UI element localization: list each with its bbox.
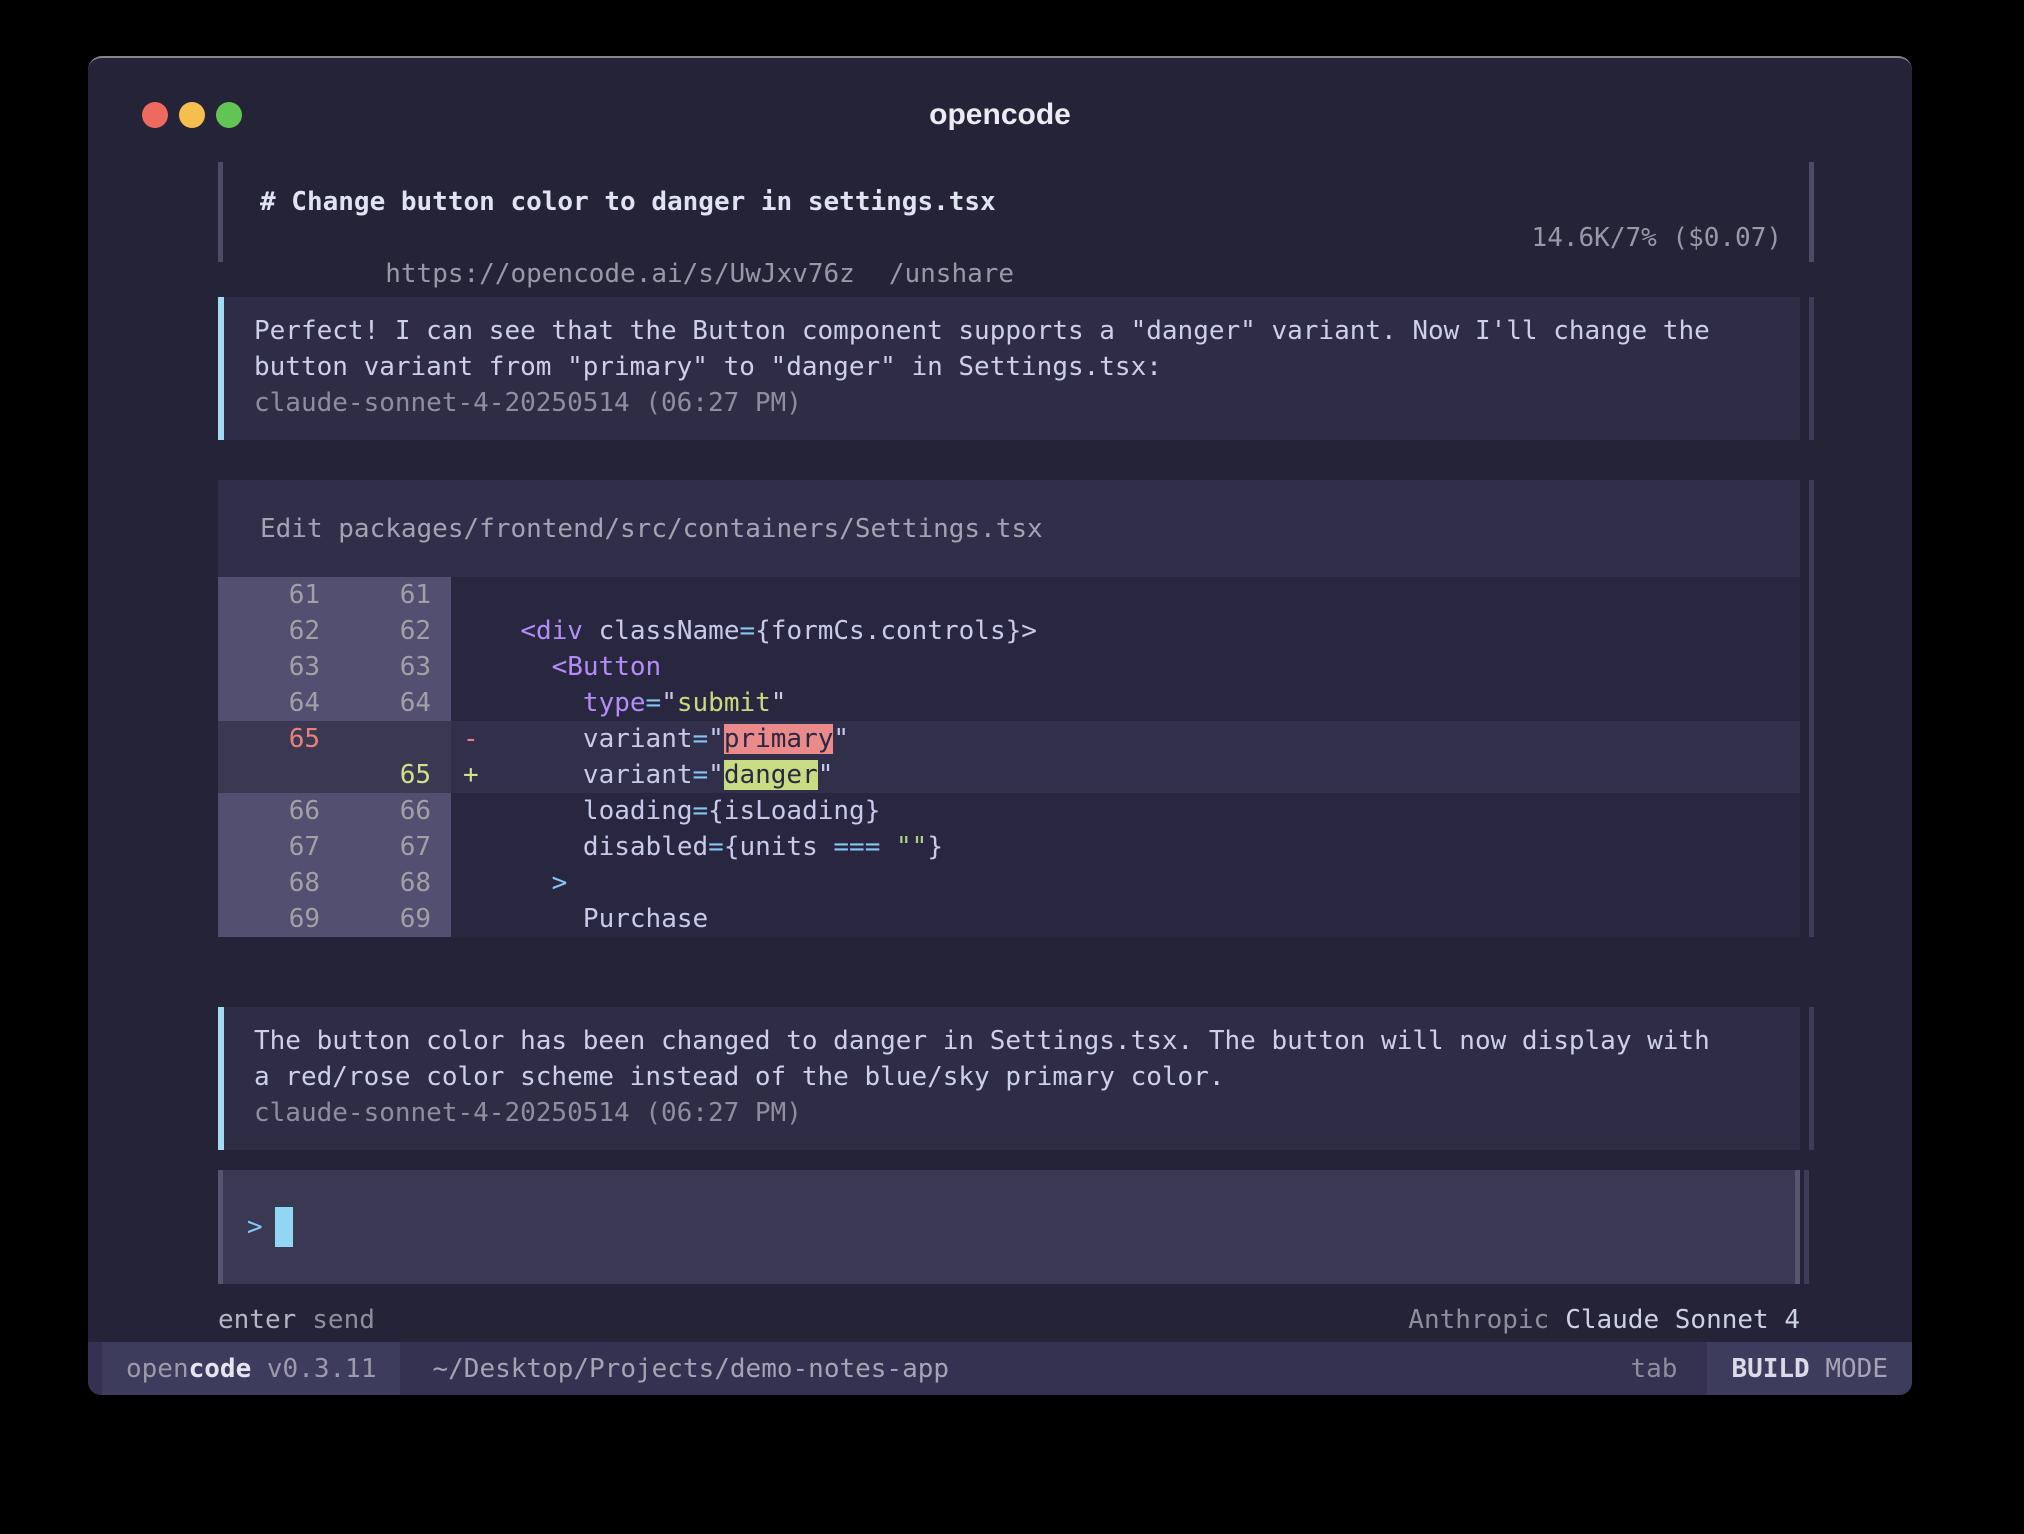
session-header: # Change button color to danger in setti… xyxy=(218,162,1800,262)
code-line: loading={isLoading} xyxy=(489,793,1800,829)
code-line: Purchase xyxy=(489,901,1800,937)
diff-gutter: 6464 xyxy=(218,685,451,721)
tab-key-hint: tab xyxy=(1630,1354,1707,1384)
old-line-number: 65 xyxy=(218,721,320,757)
old-line-number: 66 xyxy=(218,793,320,829)
model-name: Claude Sonnet 4 xyxy=(1565,1305,1800,1335)
model-indicator: Anthropic Claude Sonnet 4 xyxy=(1408,1304,1800,1336)
diff-gutter: 65 xyxy=(218,757,451,793)
app-version-segment: opencode v0.3.11 xyxy=(102,1342,400,1395)
old-line-number: 64 xyxy=(218,685,320,721)
diff-row: 6262 <div className={formCs.controls}> xyxy=(218,613,1800,649)
window-title: opencode xyxy=(88,98,1912,132)
diff-file-title: Edit packages/frontend/src/containers/Se… xyxy=(218,480,1800,577)
assistant-message: Perfect! I can see that the Button compo… xyxy=(218,297,1800,440)
old-line-number: 69 xyxy=(218,901,320,937)
message-text-line: The button color has been changed to dan… xyxy=(254,1023,1780,1059)
mode-name: BUILD xyxy=(1731,1354,1809,1384)
new-line-number: 68 xyxy=(320,865,431,901)
diff-row: 6969 Purchase xyxy=(218,901,1800,937)
code-line xyxy=(489,577,1800,613)
diff-row: 6363 <Button xyxy=(218,649,1800,685)
old-line-number: 68 xyxy=(218,865,320,901)
diff-row: 65 + variant="danger" xyxy=(218,757,1800,793)
diff-marker xyxy=(451,901,489,937)
send-action-hint: send xyxy=(312,1305,375,1335)
old-line-number xyxy=(218,757,320,793)
diff-marker xyxy=(451,865,489,901)
assistant-message: The button color has been changed to dan… xyxy=(218,1007,1800,1150)
window-titlebar: opencode xyxy=(88,58,1912,118)
diff-row: 6666 loading={isLoading} xyxy=(218,793,1800,829)
code-line: type="submit" xyxy=(489,685,1800,721)
diff-gutter: 6767 xyxy=(218,829,451,865)
diff-row: 65 - variant="primary" xyxy=(218,721,1800,757)
old-line-number: 61 xyxy=(218,577,320,613)
new-line-number: 66 xyxy=(320,793,431,829)
diff-marker xyxy=(451,829,489,865)
diff-marker: + xyxy=(451,757,489,793)
prompt-chevron: > xyxy=(247,1212,263,1242)
composer-hints: enter send Anthropic Claude Sonnet 4 xyxy=(218,1304,1800,1336)
diff-marker xyxy=(451,685,489,721)
message-model-meta: claude-sonnet-4-20250514 (06:27 PM) xyxy=(254,1095,1780,1131)
old-line-number: 63 xyxy=(218,649,320,685)
share-url-link[interactable]: https://opencode.ai/s/UwJxv76z xyxy=(385,259,855,289)
new-line-number: 63 xyxy=(320,649,431,685)
diff-gutter: 65 xyxy=(218,721,451,757)
new-line-number: 62 xyxy=(320,613,431,649)
code-line: variant="primary" xyxy=(489,721,1800,757)
mode-toggle-segment[interactable]: BUILD MODE xyxy=(1707,1342,1912,1395)
text-cursor xyxy=(275,1207,293,1247)
diff-gutter: 6666 xyxy=(218,793,451,829)
message-text-line: Perfect! I can see that the Button compo… xyxy=(254,313,1780,349)
new-line-number: 64 xyxy=(320,685,431,721)
diff-row: 6161 xyxy=(218,577,1800,613)
send-hint: enter send xyxy=(218,1304,375,1336)
old-line-number: 62 xyxy=(218,613,320,649)
opencode-terminal-window: opencode # Change button color to danger… xyxy=(88,56,1912,1395)
diff-marker xyxy=(451,793,489,829)
new-line-number xyxy=(320,721,431,757)
diff-gutter: 6363 xyxy=(218,649,451,685)
code-line: > xyxy=(489,865,1800,901)
diff-marker xyxy=(451,613,489,649)
code-line: <Button xyxy=(489,649,1800,685)
message-text-line: button variant from "primary" to "danger… xyxy=(254,349,1780,385)
diff-gutter: 6969 xyxy=(218,901,451,937)
diff-marker xyxy=(451,649,489,685)
code-line: disabled={units === ""} xyxy=(489,829,1800,865)
diff-marker: - xyxy=(451,721,489,757)
session-title: # Change button color to danger in setti… xyxy=(260,184,1800,220)
app-version: v0.3.11 xyxy=(251,1354,376,1384)
provider-name: Anthropic xyxy=(1408,1305,1549,1335)
diff-gutter: 6262 xyxy=(218,613,451,649)
working-directory: ~/Desktop/Projects/demo-notes-app xyxy=(400,1354,949,1384)
diff-row: 6868 > xyxy=(218,865,1800,901)
new-line-number: 61 xyxy=(320,577,431,613)
diff-row: 6767 disabled={units === ""} xyxy=(218,829,1800,865)
old-line-number: 67 xyxy=(218,829,320,865)
new-line-number: 69 xyxy=(320,901,431,937)
code-line: variant="danger" xyxy=(489,757,1800,793)
mode-suffix: MODE xyxy=(1810,1354,1888,1384)
diff-gutter: 6868 xyxy=(218,865,451,901)
app-name-code: code xyxy=(189,1354,252,1384)
diff-marker xyxy=(451,577,489,613)
message-model-meta: claude-sonnet-4-20250514 (06:27 PM) xyxy=(254,385,1780,421)
message-text-line: a red/rose color scheme instead of the b… xyxy=(254,1059,1780,1095)
unshare-command[interactable]: /unshare xyxy=(889,259,1014,289)
diff-panel: Edit packages/frontend/src/containers/Se… xyxy=(218,480,1800,937)
enter-key-hint: enter xyxy=(218,1305,296,1335)
status-bar: opencode v0.3.11 ~/Desktop/Projects/demo… xyxy=(88,1342,1912,1395)
diff-rows: 61616262 <div className={formCs.controls… xyxy=(218,577,1800,937)
new-line-number: 67 xyxy=(320,829,431,865)
new-line-number: 65 xyxy=(320,757,431,793)
code-line: <div className={formCs.controls}> xyxy=(489,613,1800,649)
app-name-open: open xyxy=(126,1354,189,1384)
prompt-input[interactable]: > xyxy=(218,1170,1800,1284)
diff-gutter: 6161 xyxy=(218,577,451,613)
diff-row: 6464 type="submit" xyxy=(218,685,1800,721)
